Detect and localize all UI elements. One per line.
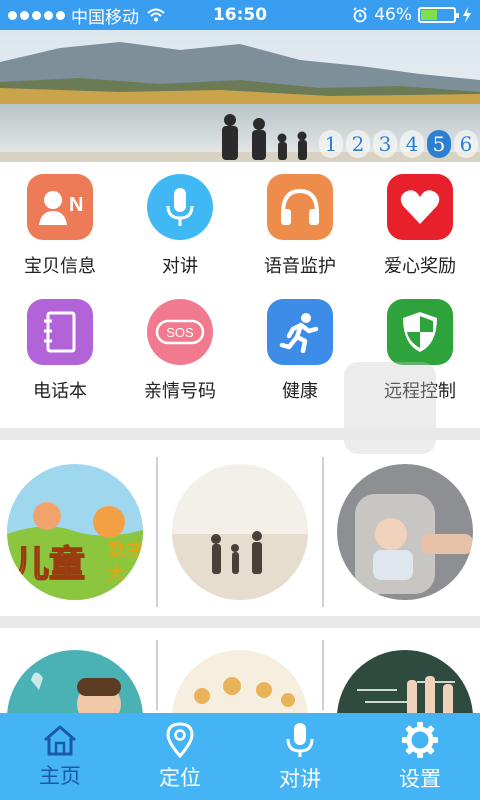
pager-dot[interactable]: 4 [400,130,424,158]
pager-dot[interactable]: 2 [346,130,370,158]
alarm-icon [353,7,367,23]
vertical-separator [156,457,159,607]
headphones-icon [267,174,333,240]
car-seat-tile[interactable] [337,464,474,600]
tab-home-label: 主页 [39,763,81,788]
content-row-2 [0,640,480,713]
notebook-icon [27,299,93,365]
grid-label-phonebook: 电话本 [33,381,87,402]
signal-strength-icon [8,10,65,20]
battery-percent: 46% [374,5,412,25]
family-walk-tile[interactable] [171,464,308,600]
microphone-icon [147,174,213,240]
grid-item-intercom[interactable]: 对讲 [120,174,240,299]
content-row-1: 儿童 歌曲 大 [0,450,480,614]
children-songs-title: 儿童 [13,543,85,585]
pager-dot[interactable]: 1 [319,130,343,158]
grid-label-baby-info: 宝贝信息 [24,256,96,277]
gear-icon [402,721,438,758]
grid-item-phonebook[interactable]: 电话本 [0,299,120,424]
location-pin-icon [166,721,194,758]
grid-label-health: 健康 [282,381,318,402]
grid-item-baby-info[interactable]: N 宝贝信息 [0,174,120,299]
shield-icon [387,299,453,365]
grid-item-love-reward[interactable]: 爱心奖励 [360,174,480,299]
carrier-name: 中国移动 [71,7,139,28]
pager-dot[interactable]: 5 [427,130,451,158]
section-divider [0,616,480,628]
svg-text:N: N [69,194,83,216]
tab-home[interactable]: 主页 [0,713,120,800]
status-bar: 中国移动 16:50 46% [0,0,480,30]
home-icon [44,725,76,755]
baby-info-icon: N [27,174,93,240]
vertical-separator [156,640,159,710]
banner-pager: 123456 [319,130,478,158]
tab-settings-label: 设置 [399,766,441,791]
grid-item-family-numbers[interactable]: SOS 亲情号码 [120,299,240,424]
section-divider [0,428,480,440]
tab-location[interactable]: 定位 [120,713,240,800]
vertical-separator [321,457,324,607]
charging-icon [463,7,471,23]
running-icon [267,299,333,365]
banner-carousel[interactable]: 123456 [0,30,480,162]
tab-location-label: 定位 [159,765,201,790]
tab-settings[interactable]: 设置 [360,713,480,800]
floating-overlay[interactable] [344,362,436,454]
battery-icon [418,7,459,23]
tab-intercom-label: 对讲 [279,766,321,791]
pager-dot[interactable]: 3 [373,130,397,158]
pager-dot[interactable]: 6 [454,130,478,158]
microphone-icon [286,722,314,757]
tab-intercom[interactable]: 对讲 [240,713,360,800]
grid-label-intercom: 对讲 [162,256,198,277]
children-songs-subtitle: 歌曲 [107,540,143,561]
wifi-icon [147,8,165,22]
bottom-tab-bar: 主页 定位 对讲 设置 [0,713,480,800]
vertical-separator [321,640,324,710]
grid-label-love-reward: 爱心奖励 [384,256,456,277]
svg-text:SOS: SOS [166,325,194,340]
heart-icon [387,174,453,240]
children-songs-subtitle-2: 大 [107,564,125,585]
classroom-tile[interactable] [337,650,474,713]
grid-item-voice-monitor[interactable]: 语音监护 [240,174,360,299]
grid-item-health[interactable]: 健康 [240,299,360,424]
sos-icon: SOS [147,299,213,365]
hands-up-tile[interactable] [171,650,308,713]
children-songs-tile[interactable]: 儿童 歌曲 大 [6,464,143,600]
learning-tile[interactable] [6,650,143,713]
grid-label-family-numbers: 亲情号码 [144,381,216,402]
grid-label-voice-monitor: 语音监护 [264,256,336,277]
